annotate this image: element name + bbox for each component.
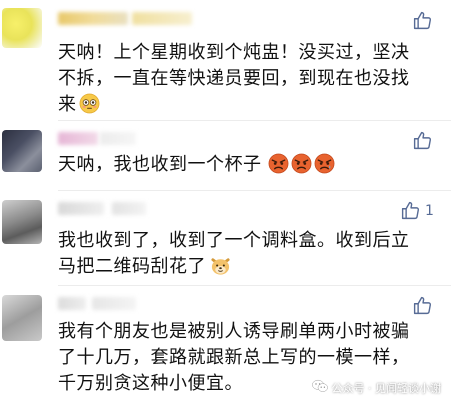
like-button[interactable]	[412, 130, 437, 151]
commenter-name-blurred	[58, 132, 98, 145]
avatar[interactable]	[2, 200, 42, 244]
commenter-name-blurred	[100, 132, 136, 145]
avatar[interactable]	[2, 295, 42, 341]
doge-icon	[210, 255, 231, 276]
comment-text-line: 我也收到了，收到了一个调料盒。收到后立	[58, 230, 410, 251]
thumbs-up-icon	[412, 295, 433, 316]
angry-face-icon	[291, 153, 312, 174]
thumbs-up-icon	[400, 200, 421, 221]
commenter-name-blurred	[112, 202, 146, 215]
comment-text-line: 不拆，一直在等快递员要回，到现在也没找	[58, 68, 410, 89]
like-count: 1	[425, 202, 434, 219]
comment-text-line: 了十几万，套路就跟新总上写的一模一样，	[58, 347, 410, 368]
comment-text-line: 来	[58, 92, 443, 118]
comment-text-line: 天呐，我也收到一个杯子	[58, 152, 443, 178]
thumbs-up-icon	[412, 10, 433, 31]
watermark-text: 公众号 · 见闻轻谈小谢	[331, 381, 442, 395]
comment-text: 我也收到了，收到了一个调料盒。收到后立 马把二维码刮花了	[58, 228, 443, 280]
divider	[58, 190, 451, 191]
commenter-name-blurred	[92, 297, 136, 310]
comment-item-1: 天呐！上个星期收到个炖盅！没买过，坚决 不拆，一直在等快递员要回，到现在也没找 …	[0, 0, 451, 120]
thumbs-up-icon	[412, 130, 433, 151]
comment-item-2: 天呐，我也收到一个杯子	[0, 120, 451, 190]
crying-angry-face-icon	[314, 153, 335, 174]
like-button[interactable]	[412, 10, 437, 31]
commenter-name-blurred	[58, 297, 86, 310]
comment-item-3: 1 我也收到了，收到了一个调料盒。收到后立 马把二维码刮花了	[0, 190, 451, 285]
commenter-name-blurred	[58, 202, 104, 215]
comment-text-fragment: 天呐，我也收到一个杯子	[58, 154, 262, 175]
like-button[interactable]	[412, 295, 437, 316]
comment-text: 天呐！上个星期收到个炖盅！没买过，坚决 不拆，一直在等快递员要回，到现在也没找 …	[58, 40, 443, 118]
comment-text-fragment: 马把二维码刮花了	[58, 256, 206, 277]
commenter-name-blurred	[132, 12, 192, 25]
comment-text-line: 马把二维码刮花了	[58, 254, 443, 280]
like-button[interactable]: 1	[400, 200, 434, 221]
comment-text-fragment: 来	[58, 94, 77, 115]
comment-text: 天呐，我也收到一个杯子	[58, 152, 443, 178]
divider	[58, 120, 451, 121]
watermark: 公众号 · 见闻轻谈小谢	[311, 379, 442, 396]
comment-text-line: 天呐！上个星期收到个炖盅！没买过，坚决	[58, 42, 410, 63]
comment-text-line: 我有个朋友也是被别人诱导刷单两小时被骗	[58, 321, 410, 342]
avatar[interactable]	[2, 8, 42, 48]
flushed-face-icon	[79, 93, 100, 114]
wechat-logo-icon	[311, 379, 328, 396]
avatar[interactable]	[2, 130, 42, 172]
commenter-name-blurred	[58, 12, 128, 25]
divider	[58, 285, 451, 286]
angry-face-icon	[268, 153, 289, 174]
